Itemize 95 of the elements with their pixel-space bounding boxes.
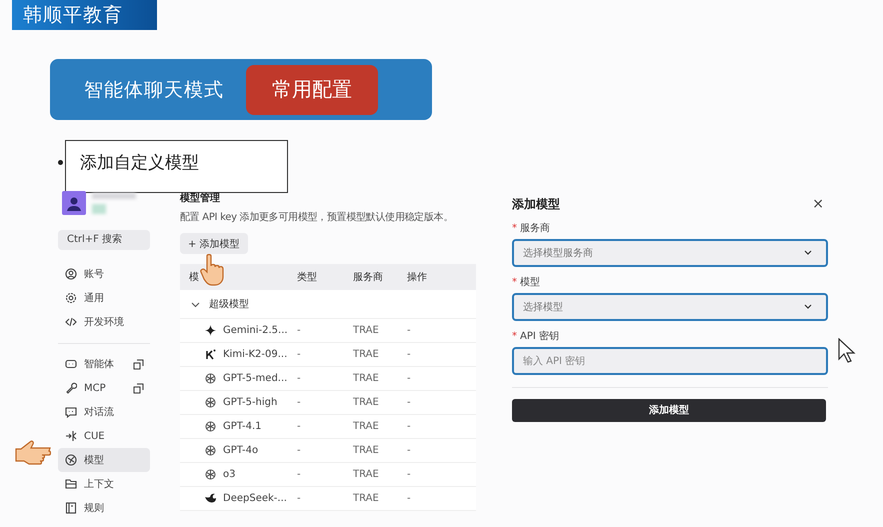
sidebar-item[interactable]: 模型 xyxy=(58,448,150,472)
bot-icon xyxy=(65,358,77,370)
table-cell-text: - xyxy=(297,445,302,456)
table-cell-text: - xyxy=(407,397,412,408)
sidebar-label: 对话流 xyxy=(84,406,114,419)
table-cell: GPT-4o xyxy=(223,445,258,456)
pointing-hand-icon xyxy=(15,440,51,466)
section-title: 模型管理 xyxy=(180,192,221,204)
sidebar-label: 通用 xyxy=(84,292,104,305)
table-cell-text: - xyxy=(407,421,412,432)
mouse-cursor-icon xyxy=(838,338,856,364)
table-cell-text: TRAE xyxy=(353,469,380,480)
table-cell-text: TRAE xyxy=(353,445,380,456)
hand-cursor-icon xyxy=(200,254,224,286)
sidebar-item[interactable]: MCP xyxy=(58,376,150,400)
sidebar-item[interactable]: 上下文 xyxy=(58,472,150,496)
required-mark: * xyxy=(512,222,517,234)
table-cell: Kimi-K2-09... xyxy=(223,349,288,360)
wrench-icon xyxy=(65,382,77,394)
sidebar-label: 规则 xyxy=(84,502,104,515)
table-cell-text: - xyxy=(407,493,412,504)
sidebar-item[interactable]: CUE xyxy=(58,424,150,448)
table-cell: GPT-4.1 xyxy=(223,421,262,432)
field-label: 服务商 xyxy=(520,222,550,235)
table-cell-text: TRAE xyxy=(353,349,380,360)
sparkle-icon xyxy=(205,325,216,336)
select-field[interactable]: 选择模型服务商 xyxy=(512,239,828,267)
input-field[interactable]: 输入 API 密钥 xyxy=(512,347,828,375)
sidebar-label: 开发环境 xyxy=(84,316,124,329)
sidebar-label: MCP xyxy=(84,382,106,394)
sidebar-item[interactable]: 通用 xyxy=(58,286,150,310)
banner-tag: 常用配置 xyxy=(246,64,378,114)
field-label: API 密钥 xyxy=(520,330,559,343)
add-model-button[interactable]: + 添加模型 xyxy=(180,233,248,254)
column-header: 操作 xyxy=(407,271,428,284)
table-cell-text: TRAE xyxy=(353,373,380,384)
column-header: 模 xyxy=(188,270,200,284)
section-description: 配置 API key 添加更多可用模型，预置模型默认使用稳定版本。 xyxy=(180,210,454,224)
sidebar-item[interactable]: 智能体 xyxy=(58,352,150,376)
sidebar-item[interactable]: 开发环境 xyxy=(58,310,150,334)
sidebar-label: 智能体 xyxy=(84,358,114,371)
gear-icon xyxy=(65,292,77,304)
close-button[interactable]: × xyxy=(808,196,828,212)
table-cell-text: TRAE xyxy=(353,325,380,336)
sidebar-item[interactable]: 对话流 xyxy=(58,400,150,424)
bullet-icon xyxy=(58,160,63,165)
sidebar-label: 账号 xyxy=(84,268,104,281)
group-label: 超级模型 xyxy=(209,298,249,311)
table-cell-text: - xyxy=(407,373,412,384)
code-icon xyxy=(65,316,77,328)
table-cell-text: - xyxy=(297,421,302,432)
table-cell-text: - xyxy=(297,397,302,408)
sidebar-label: CUE xyxy=(84,430,105,442)
table-cell-text: - xyxy=(297,493,302,504)
banner-title: 智能体聊天模式 xyxy=(84,78,224,102)
table-cell-text: TRAE xyxy=(353,421,380,432)
table-cell: o3 xyxy=(223,469,236,480)
table-cell-text: - xyxy=(297,373,302,384)
submit-button[interactable]: 添加模型 xyxy=(512,398,826,422)
table-cell: DeepSeek-... xyxy=(223,493,287,504)
column-header: 服务商 xyxy=(353,270,384,284)
table-cell-text: TRAE xyxy=(353,397,380,408)
book-icon xyxy=(65,502,77,514)
required-mark: * xyxy=(512,330,517,342)
table-cell-text: - xyxy=(297,469,302,480)
required-mark: * xyxy=(512,276,517,288)
sidebar-label: 模型 xyxy=(84,454,104,467)
table-cell: GPT-5-med... xyxy=(223,373,288,384)
chevron-icon xyxy=(804,250,812,256)
user-icon xyxy=(65,268,77,280)
select-field[interactable]: 选择模型 xyxy=(512,293,828,321)
table-cell-text: - xyxy=(407,445,412,456)
table-cell-text: - xyxy=(297,325,302,336)
table-cell-text: - xyxy=(407,469,412,480)
field-label: 模型 xyxy=(520,276,540,289)
folder-icon xyxy=(65,478,77,490)
table-cell-text: - xyxy=(297,349,302,360)
table-cell: Gemini-2.5... xyxy=(223,325,288,336)
search-field[interactable]: Ctrl+F 搜索 xyxy=(58,230,150,250)
dialog-title: 添加模型 xyxy=(512,196,560,212)
table-cell-text: - xyxy=(407,325,412,336)
group-row[interactable]: 超级模型 xyxy=(180,290,476,319)
avatar-icon xyxy=(62,191,86,215)
brand-logo: 韩顺平教育 xyxy=(12,0,157,30)
chevron-icon xyxy=(191,300,200,308)
sidebar-item[interactable]: 账号 xyxy=(58,262,150,286)
table-cell-text: - xyxy=(407,349,412,360)
chevron-icon xyxy=(804,304,812,310)
sidebar-item[interactable]: 规则 xyxy=(58,496,150,520)
chat-icon xyxy=(65,406,77,418)
table-cell-text: TRAE xyxy=(353,493,380,504)
sidebar-label: 上下文 xyxy=(84,478,114,491)
bullet-text: 添加自定义模型 xyxy=(65,140,288,193)
table-cell: GPT-5-high xyxy=(223,397,278,408)
column-header: 类型 xyxy=(297,270,318,284)
